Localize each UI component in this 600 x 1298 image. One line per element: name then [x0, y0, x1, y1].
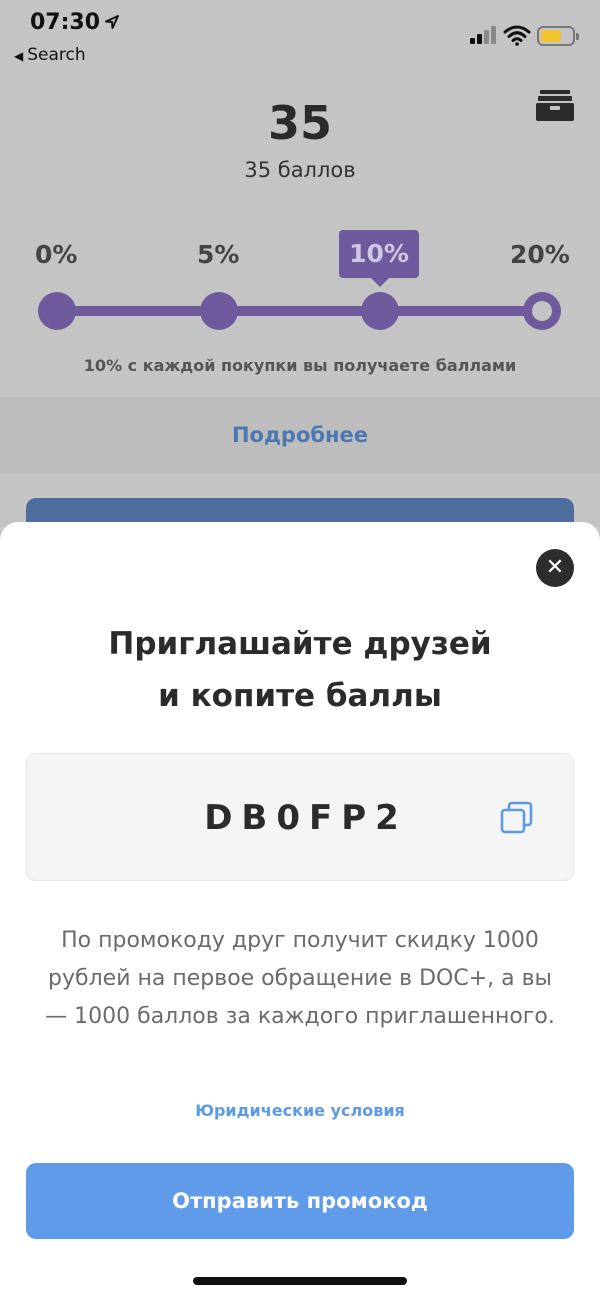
level-label-active: 10%: [339, 230, 419, 287]
close-button[interactable]: ✕: [536, 549, 574, 587]
sheet-title: Приглашайте друзей и копите баллы: [0, 618, 600, 722]
promo-code-box[interactable]: DB0FP2: [26, 753, 574, 881]
level-label-5: 5%: [197, 240, 240, 269]
points-label: 35 баллов: [244, 158, 356, 182]
level-dot-5: [200, 292, 238, 330]
location-arrow-icon: [105, 15, 119, 29]
wifi-icon: [503, 25, 531, 46]
level-label-0: 0%: [35, 240, 78, 269]
copy-icon[interactable]: [500, 801, 534, 835]
level-label-20: 20%: [510, 240, 570, 269]
level-dot-20: [523, 292, 561, 330]
level-dot-10: [361, 292, 399, 330]
back-to-search[interactable]: ◀ Search: [14, 45, 86, 65]
level-track: [57, 306, 543, 316]
sheet-title-line1: Приглашайте друзей: [108, 626, 492, 662]
promo-description: По промокоду друг получит скидку 1000 ру…: [45, 928, 555, 1029]
promo-code: DB0FP2: [204, 798, 408, 838]
back-label: Search: [27, 45, 86, 65]
status-time: 07:30: [30, 10, 101, 35]
back-triangle-icon: ◀: [14, 49, 24, 63]
more-link[interactable]: Подробнее: [0, 397, 600, 473]
points-value: 35: [267, 96, 332, 150]
sheet-title-line2: и копите баллы: [158, 678, 442, 714]
level-hint: 10% с каждой покупки вы получаете баллам…: [83, 356, 517, 375]
battery-icon: [537, 26, 579, 46]
legal-terms-link[interactable]: Юридические условия: [0, 1101, 600, 1120]
home-indicator: [193, 1277, 407, 1285]
level-dot-0: [38, 292, 76, 330]
signal-icon: [470, 26, 498, 44]
send-promo-button[interactable]: Отправить промокод: [26, 1163, 574, 1239]
close-icon: ✕: [545, 555, 565, 580]
